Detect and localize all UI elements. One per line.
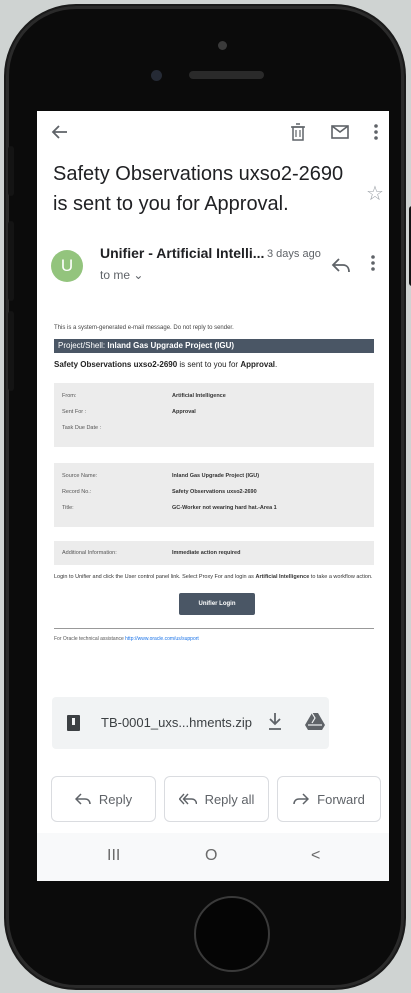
email-date: 3 days ago	[267, 248, 321, 260]
proximity-sensor	[151, 70, 162, 81]
reply-all-icon	[178, 793, 197, 805]
phone-screen: Safety Observations uxso2-2690 is sent t…	[37, 111, 389, 881]
unifier-login-button[interactable]: Unifier Login	[179, 593, 255, 615]
system-nav-bar: III O <	[37, 833, 389, 881]
assist-label: For Oracle technical assistance	[54, 636, 126, 642]
recent-apps-icon[interactable]: III	[107, 847, 120, 865]
task-details-box: From: Artificial Intelligence Sent For :…	[54, 383, 374, 447]
front-camera	[218, 41, 227, 50]
from-value: Artificial Intelligence	[172, 393, 226, 399]
attachment-chip[interactable]: TB-0001_uxs...hments.zip	[52, 697, 329, 749]
download-icon[interactable]	[266, 711, 284, 733]
mark-unread-icon[interactable]	[329, 121, 351, 143]
trash-icon[interactable]	[287, 121, 309, 143]
forward-arrow-icon	[293, 793, 310, 805]
drive-icon[interactable]	[305, 712, 325, 732]
login-info-a: Login to Unifier and click the User cont…	[54, 574, 256, 580]
attachment-filename: TB-0001_uxs...hments.zip	[101, 715, 253, 730]
avatar[interactable]: U	[51, 250, 83, 282]
additional-info-label: Additional Information:	[62, 550, 117, 556]
more-options-icon[interactable]	[367, 119, 385, 145]
additional-info-box: Additional Information: Immediate action…	[54, 541, 374, 565]
headline-dot: .	[274, 360, 278, 369]
home-button	[194, 896, 270, 972]
approval-headline: Safety Observations uxso2-2690 is sent t…	[54, 360, 277, 369]
recipient-toggle[interactable]: to me ⌄	[100, 268, 143, 282]
record-no-value: Safety Observations uxso2-2690	[172, 489, 257, 495]
sent-for-label: Sent For :	[62, 409, 87, 415]
headline-end: Approval	[240, 360, 275, 369]
reply-icon[interactable]	[331, 257, 353, 279]
volume-up-button	[8, 221, 14, 301]
sender-name[interactable]: Unifier - Artificial Intelli...	[100, 245, 264, 261]
back-arrow-icon[interactable]	[47, 119, 73, 145]
mute-switch	[8, 146, 14, 196]
title-value: GC-Worker not wearing hard hat.-Area 1	[172, 505, 277, 511]
email-toolbar	[37, 111, 389, 155]
title-label: Title:	[62, 505, 74, 511]
login-info-c: to take a workflow action.	[309, 574, 373, 580]
assistance-text: For Oracle technical assistance http://w…	[54, 636, 199, 642]
zip-file-icon	[67, 715, 80, 731]
volume-down-button	[8, 311, 14, 391]
from-label: From:	[62, 393, 77, 399]
forward-button[interactable]: Forward	[277, 776, 381, 822]
home-nav-icon[interactable]: O	[205, 847, 217, 865]
record-no-label: Record No.:	[62, 489, 92, 495]
reply-all-button[interactable]: Reply all	[164, 776, 269, 822]
reply-button[interactable]: Reply	[51, 776, 156, 822]
project-label: Project/Shell:	[58, 341, 106, 350]
system-message: This is a system-generated e-mail messag…	[54, 325, 234, 331]
reply-label: Reply	[98, 791, 133, 807]
reply-all-label: Reply all	[204, 791, 255, 807]
divider	[54, 628, 374, 629]
headline-mid: is sent to you for	[177, 360, 241, 369]
email-subject: Safety Observations uxso2-2690 is sent t…	[53, 163, 344, 215]
source-name-label: Source Name:	[62, 473, 98, 479]
support-link[interactable]: http://www.oracle.com/us/support	[125, 636, 199, 642]
headline-record: Safety Observations uxso2-2690	[54, 360, 178, 369]
message-more-icon[interactable]	[371, 255, 385, 279]
project-bar: Project/Shell: Inland Gas Upgrade Projec…	[54, 339, 374, 353]
login-info-b: Artificial Intelligence	[255, 574, 310, 580]
reply-arrow-icon	[74, 793, 91, 805]
due-date-label: Task Due Date :	[62, 425, 102, 431]
back-nav-icon[interactable]: <	[311, 847, 320, 865]
star-icon[interactable]: ☆	[366, 181, 384, 206]
additional-info-value: Immediate action required	[172, 550, 241, 556]
source-name-value: Inland Gas Upgrade Project (IGU)	[172, 473, 260, 479]
project-name: Inland Gas Upgrade Project (IGU)	[107, 341, 235, 350]
earpiece-speaker	[189, 71, 264, 79]
forward-label: Forward	[317, 791, 365, 807]
sent-for-value: Approval	[172, 409, 196, 415]
login-instructions: Login to Unifier and click the User cont…	[54, 573, 374, 581]
record-details-box: Source Name: Inland Gas Upgrade Project …	[54, 463, 374, 527]
